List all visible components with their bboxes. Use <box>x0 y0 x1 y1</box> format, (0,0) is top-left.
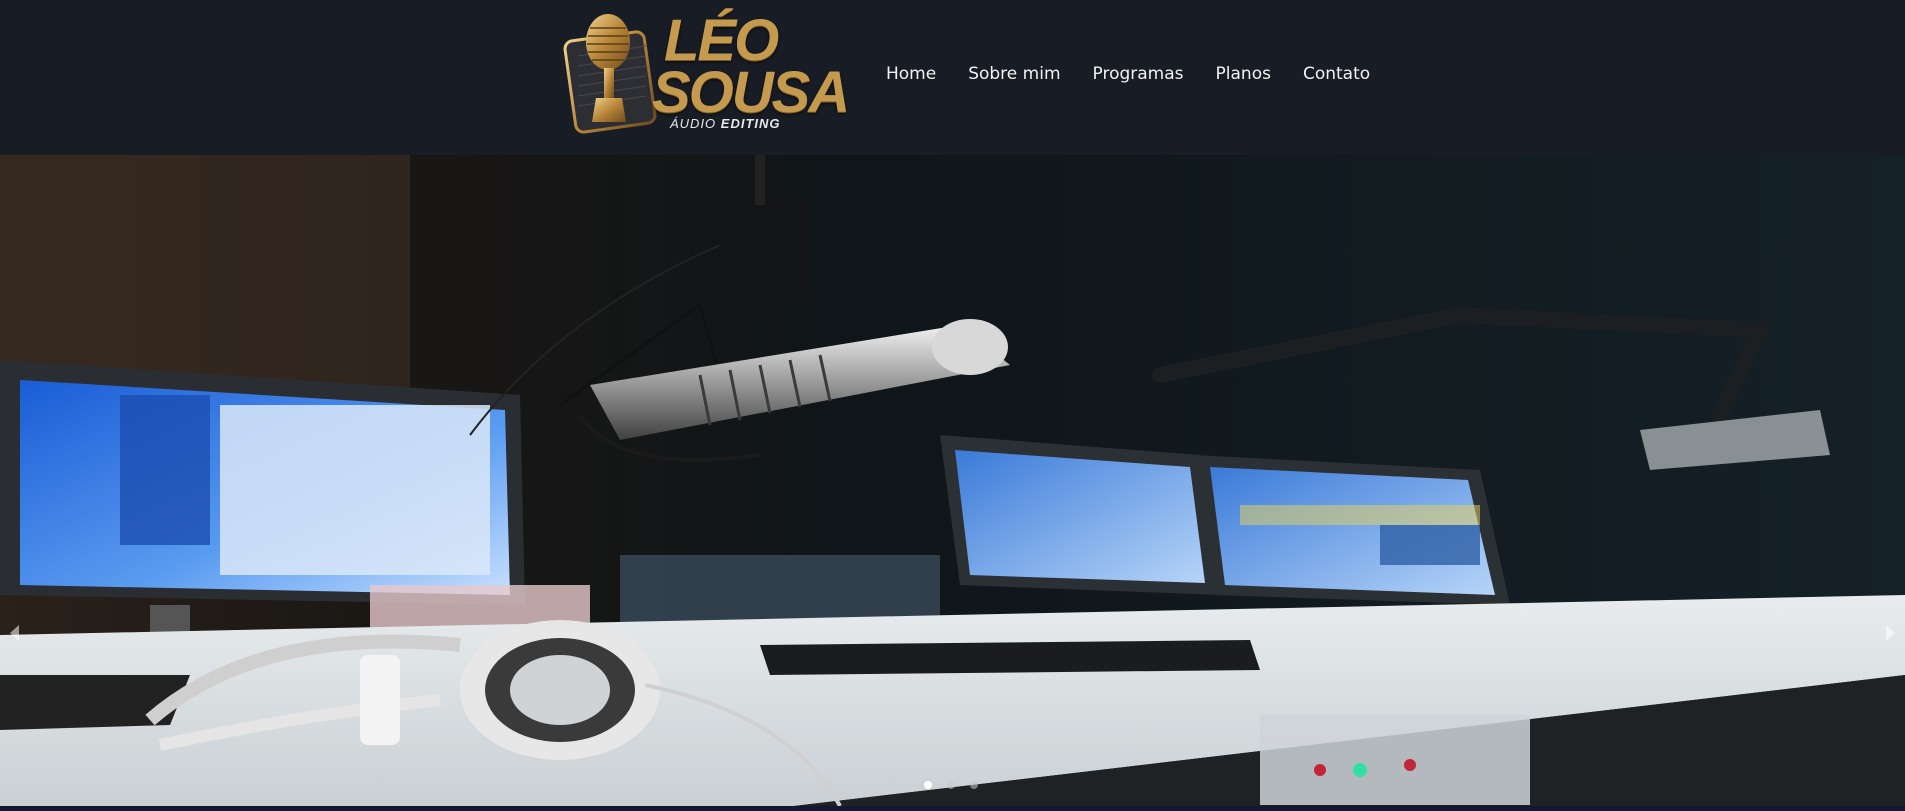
hero-slide-radio-studio <box>0 155 1905 806</box>
carousel-dot-3[interactable] <box>970 781 978 789</box>
logo-tagline: ÁUDIO EDITING <box>670 116 781 131</box>
main-nav: Home Sobre mim Programas Planos Contato <box>886 64 1370 84</box>
nav-sobre-mim[interactable]: Sobre mim <box>968 64 1060 84</box>
nav-contato[interactable]: Contato <box>1303 64 1370 84</box>
carousel-dot-1[interactable] <box>924 781 932 789</box>
logo-tagline-editing: EDITING <box>720 116 781 131</box>
logo-tagline-audio: ÁUDIO <box>670 116 717 131</box>
bottom-bar <box>0 806 1905 811</box>
nav-home[interactable]: Home <box>886 64 936 84</box>
logo-word-sousa: SOUSA <box>652 60 850 125</box>
carousel-prev-button[interactable] <box>10 625 19 641</box>
carousel-dot-2[interactable] <box>947 781 955 789</box>
logo[interactable]: LÉO SOUSA ÁUDIO EDITING <box>560 6 850 134</box>
hero-carousel <box>0 155 1905 806</box>
carousel-pagination <box>924 781 978 789</box>
nav-programas[interactable]: Programas <box>1093 64 1184 84</box>
site-header: LÉO SOUSA ÁUDIO EDITING Home Sobre mim P… <box>0 0 1905 155</box>
carousel-next-button[interactable] <box>1886 625 1895 641</box>
nav-planos[interactable]: Planos <box>1216 64 1271 84</box>
